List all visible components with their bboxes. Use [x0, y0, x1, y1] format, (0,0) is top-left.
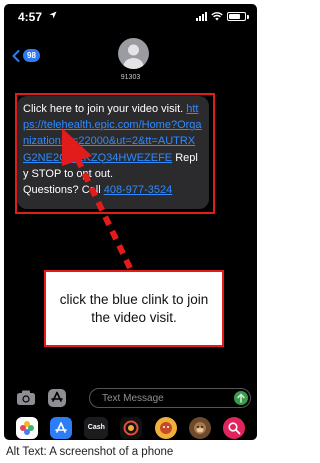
unread-count-badge: 98 — [23, 49, 40, 62]
message-intro: Click here to join your video visit. — [23, 103, 184, 115]
app-drawer: Cash — [4, 415, 257, 440]
arrow-up-icon — [237, 393, 245, 403]
avatar[interactable] — [118, 38, 149, 69]
callout-text: click the blue clink to join the video v… — [59, 291, 209, 325]
alt-text-caption: Alt Text: A screenshot of a phone — [6, 446, 174, 458]
phone-screen: 4:57 98 91303 Click here to join your vi… — [4, 4, 257, 440]
status-time: 4:57 — [18, 10, 43, 24]
memoji-face-icon — [159, 421, 172, 434]
photos-app-icon[interactable] — [16, 416, 39, 439]
monkey-face-icon — [193, 421, 206, 434]
digital-touch-app-icon[interactable] — [120, 416, 143, 439]
app-store-icon[interactable] — [48, 389, 66, 407]
back-button[interactable]: 98 — [12, 49, 40, 62]
digital-touch-icon — [123, 420, 139, 435]
camera-icon[interactable] — [16, 389, 36, 407]
wifi-icon — [211, 12, 223, 21]
apple-cash-label: Cash — [87, 424, 105, 431]
contact-name[interactable]: 91303 — [4, 74, 257, 81]
search-icon — [228, 421, 241, 434]
message-field[interactable] — [89, 388, 251, 408]
phone-link[interactable]: 408-977-3524 — [104, 184, 173, 196]
memoji-app-icon[interactable] — [154, 416, 177, 439]
cell-signal-icon — [196, 12, 207, 21]
animoji-app-icon[interactable] — [188, 416, 211, 439]
app-store-icon — [55, 421, 68, 433]
status-bar: 4:57 — [4, 4, 257, 30]
photos-icon — [20, 420, 35, 435]
status-indicators — [196, 11, 249, 22]
battery-icon — [227, 12, 246, 21]
battery-tip — [247, 14, 249, 19]
message-bubble: Click here to join your video visit. htt… — [17, 96, 209, 209]
location-arrow-icon — [49, 11, 57, 19]
search-images-app-icon[interactable] — [222, 416, 245, 439]
questions-text: Questions? Call — [23, 184, 104, 197]
message-input[interactable] — [100, 392, 224, 405]
person-icon — [123, 44, 144, 69]
send-button[interactable] — [234, 391, 248, 405]
instruction-callout: click the blue clink to join the video v… — [44, 270, 224, 347]
apple-cash-app-icon[interactable]: Cash — [84, 416, 109, 439]
app-store-app-icon[interactable] — [50, 416, 73, 439]
chevron-left-icon — [12, 49, 20, 62]
message-input-bar — [4, 387, 257, 409]
conversation-header: 98 91303 — [4, 32, 257, 90]
